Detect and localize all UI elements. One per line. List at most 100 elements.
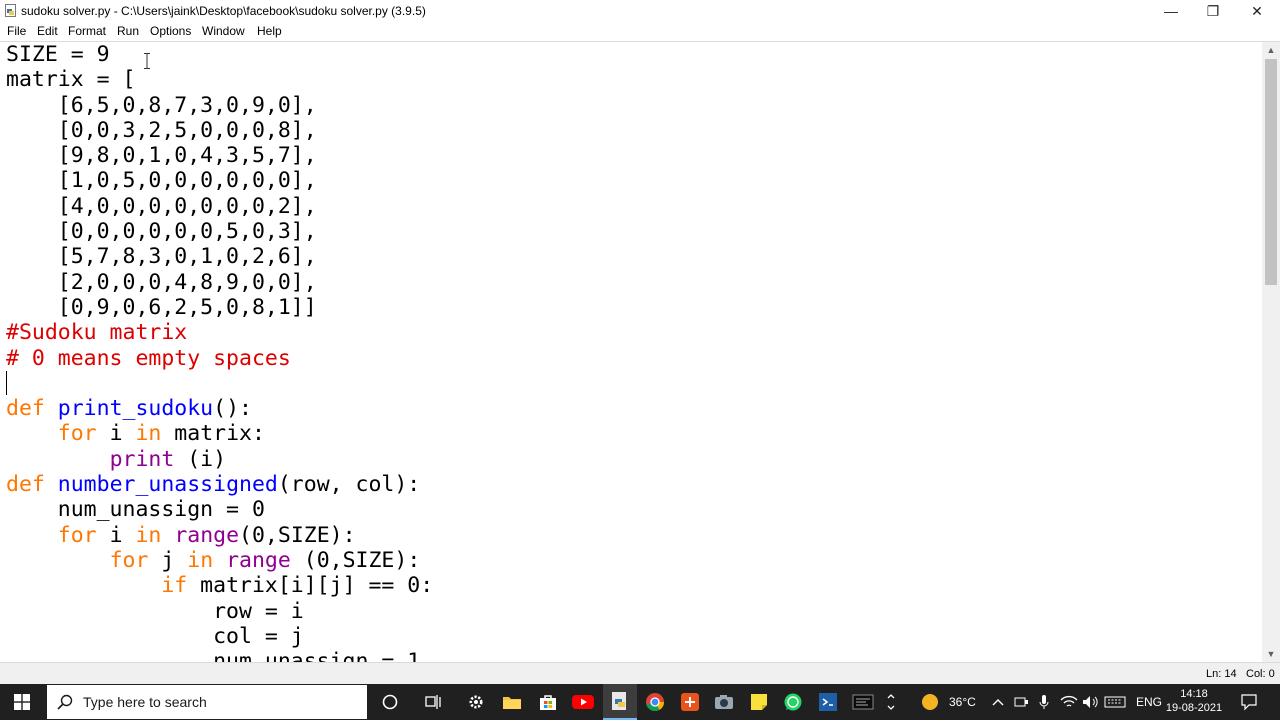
code-line[interactable]: [0,9,0,6,2,5,0,8,1]] [6, 295, 433, 320]
folder-icon [503, 697, 521, 709]
store-bag-icon [540, 695, 556, 710]
sticky-note-icon [751, 694, 767, 710]
code-line[interactable]: for i in matrix: [6, 421, 433, 446]
chrome-app[interactable] [638, 684, 672, 720]
wifi-icon [1060, 695, 1078, 707]
code-line[interactable]: for j in range (0,SIZE): [6, 548, 433, 573]
microsoft-store-app[interactable] [531, 684, 565, 720]
tray-keyboard[interactable] [1104, 684, 1126, 720]
app-orange[interactable] [673, 684, 707, 720]
orange-app-icon [681, 693, 699, 711]
menu-file[interactable]: File [7, 24, 26, 38]
scroll-down-arrow-icon[interactable]: ▼ [1262, 646, 1280, 662]
battery-icon [1014, 697, 1028, 707]
menu-format[interactable]: Format [68, 24, 106, 38]
menu-window[interactable]: Window [202, 24, 245, 38]
menu-help[interactable]: Help [257, 24, 282, 38]
camera-icon [715, 695, 733, 709]
notification-icon [1241, 694, 1257, 711]
code-line[interactable]: [0,0,3,2,5,0,0,0,8], [6, 118, 433, 143]
tray-network[interactable] [1060, 684, 1078, 720]
sticky-notes-app[interactable] [742, 684, 776, 720]
taskbar-clock[interactable]: 14:18 19-08-2021 [1164, 687, 1224, 715]
ibeam-cursor-icon [144, 53, 150, 69]
code-line[interactable]: [2,0,0,0,4,8,9,0,0], [6, 270, 433, 295]
code-line[interactable]: if matrix[i][j] == 0: [6, 573, 433, 598]
status-bar: Ln: 14 Col: 0 [0, 662, 1280, 685]
chevron-up-icon [992, 699, 1004, 706]
task-view-icon [425, 695, 441, 709]
column-number: Col: 0 [1246, 668, 1275, 680]
minimize-button[interactable]: — [1150, 0, 1192, 22]
code-line[interactable]: SIZE = 9 [6, 42, 433, 67]
maximize-button[interactable]: ❐ [1192, 0, 1234, 22]
tray-battery[interactable] [1014, 684, 1030, 720]
menu-run[interactable]: Run [117, 24, 139, 38]
show-hidden-icons[interactable] [992, 684, 1004, 720]
cortana-circle-icon [382, 694, 398, 710]
chrome-icon [646, 693, 664, 712]
python-idle-app[interactable] [603, 684, 637, 720]
code-line[interactable]: [1,0,5,0,0,0,0,0,0], [6, 168, 433, 193]
tray-volume[interactable] [1082, 684, 1100, 720]
vertical-scrollbar[interactable]: ▲ ▼ [1262, 42, 1280, 662]
clock-time: 14:18 [1180, 688, 1208, 700]
code-line[interactable]: def print_sudoku(): [6, 396, 433, 421]
code-line[interactable]: row = i [6, 599, 433, 624]
search-icon [57, 694, 73, 710]
file-explorer-app[interactable] [495, 684, 529, 720]
line-number: Ln: 14 [1206, 668, 1237, 680]
scroll-up-arrow-icon[interactable]: ▲ [1262, 42, 1280, 58]
cortana-button[interactable] [373, 684, 407, 720]
window-title: sudoku solver.py - C:\Users\jaink\Deskto… [21, 4, 426, 18]
code-editor[interactable]: SIZE = 9 matrix = [ [6,5,0,8,7,3,0,9,0], … [0, 42, 1262, 662]
python-file-icon [5, 4, 16, 17]
close-button[interactable]: ✕ [1236, 0, 1278, 22]
weather-sun-icon [922, 694, 938, 710]
scrollbar-thumb[interactable] [1265, 59, 1277, 285]
start-button[interactable] [0, 684, 44, 720]
code-line[interactable]: [4,0,0,0,0,0,0,0,2], [6, 194, 433, 219]
search-placeholder: Type here to search [83, 694, 207, 710]
terminal-app[interactable] [846, 684, 880, 720]
code-line[interactable]: [6,5,0,8,7,3,0,9,0], [6, 93, 433, 118]
windows-logo-icon [14, 694, 30, 710]
language-label: ENG [1136, 695, 1163, 709]
menu-bar: File Edit Format Run Options Window Help [0, 22, 1280, 40]
code-text[interactable]: SIZE = 9 matrix = [ [6,5,0,8,7,3,0,9,0], … [6, 42, 433, 662]
vscode-app[interactable] [811, 684, 845, 720]
code-line[interactable]: #Sudoku matrix [6, 320, 433, 345]
tray-microphone[interactable] [1038, 684, 1050, 720]
keyboard-icon [1104, 696, 1126, 708]
code-line[interactable]: print (i) [6, 447, 433, 472]
code-line[interactable]: col = j [6, 624, 433, 649]
text-cursor [6, 371, 7, 395]
terminal-icon [852, 694, 874, 710]
code-line[interactable]: num_unassign = 1 [6, 649, 433, 662]
camera-app[interactable] [707, 684, 741, 720]
code-line[interactable]: [5,7,8,3,0,1,0,2,6], [6, 244, 433, 269]
weather-temp: 36°C [949, 695, 976, 709]
code-line[interactable]: # 0 means empty spaces [6, 346, 433, 371]
menu-edit[interactable]: Edit [37, 24, 58, 38]
youtube-app[interactable] [566, 684, 600, 720]
code-line[interactable]: [9,8,0,1,0,4,3,5,7], [6, 143, 433, 168]
code-line[interactable]: for i in range(0,SIZE): [6, 523, 433, 548]
settings-app[interactable] [459, 684, 493, 720]
menu-options[interactable]: Options [150, 24, 191, 38]
code-line[interactable]: matrix = [ [6, 67, 433, 92]
weather-widget[interactable]: 36°C [920, 684, 976, 720]
code-line[interactable]: [0,0,0,0,0,0,5,0,3], [6, 219, 433, 244]
task-view-button[interactable] [417, 684, 451, 720]
input-language[interactable]: ENG [1136, 684, 1162, 720]
taskbar-search-box[interactable]: Type here to search [47, 685, 367, 719]
gear-icon [469, 695, 483, 709]
taskbar-overflow[interactable] [879, 684, 903, 720]
whatsapp-app[interactable] [776, 684, 810, 720]
code-line[interactable]: ​ [6, 371, 433, 396]
action-center-button[interactable] [1240, 684, 1258, 720]
code-editor-icon [819, 693, 837, 711]
clock-date: 19-08-2021 [1165, 702, 1223, 714]
code-line[interactable]: num_unassign = 0 [6, 497, 433, 522]
code-line[interactable]: def number_unassigned(row, col): [6, 472, 433, 497]
